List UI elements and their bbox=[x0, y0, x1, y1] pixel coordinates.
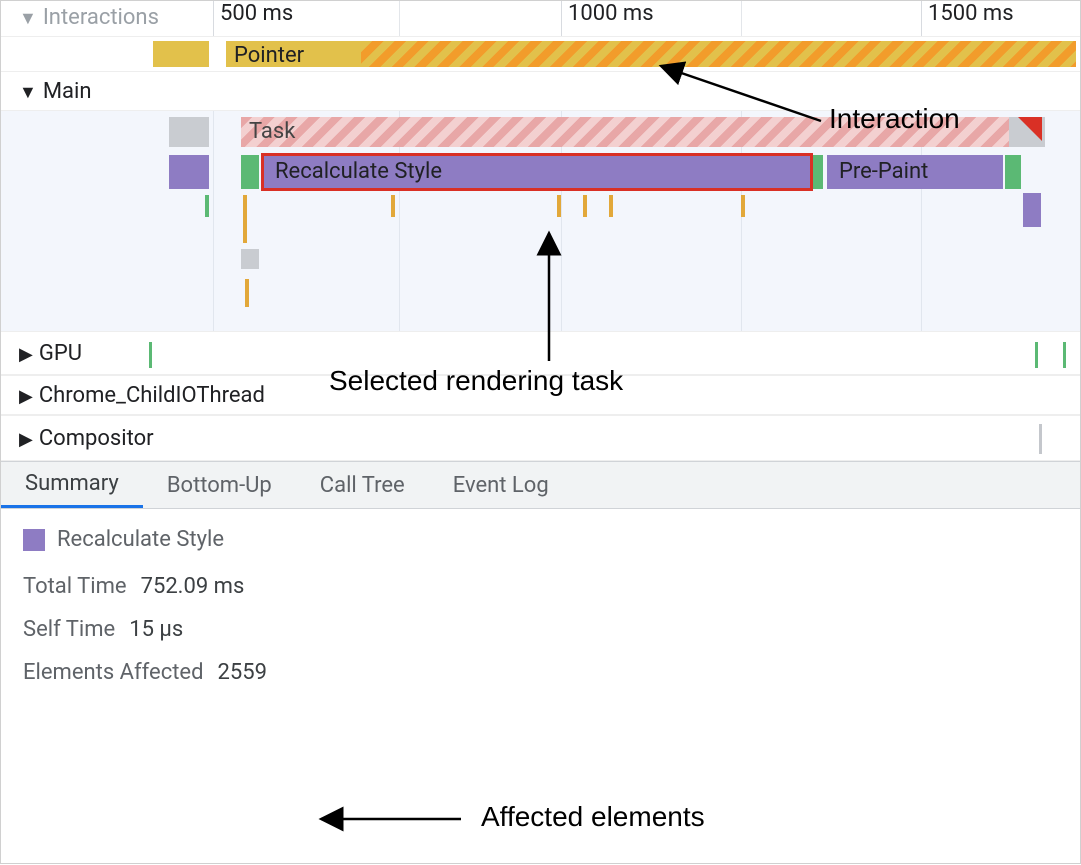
main-thread-body: Task Recalculate Style Pre-Paint bbox=[1, 111, 1080, 331]
long-task-warning-icon bbox=[1018, 117, 1042, 141]
gray-block[interactable] bbox=[241, 249, 259, 269]
task-bar[interactable]: Task bbox=[241, 117, 1041, 147]
pointer-bar[interactable]: Pointer bbox=[226, 41, 361, 67]
purple-block[interactable] bbox=[1023, 193, 1041, 227]
expand-icon: ▶ bbox=[19, 386, 33, 407]
pointer-long-bar[interactable] bbox=[361, 41, 1076, 67]
gpu-track-header[interactable]: ▶ GPU bbox=[1, 331, 1080, 375]
expand-icon: ▶ bbox=[19, 429, 33, 450]
collapse-icon: ▼ bbox=[19, 82, 37, 103]
gridline bbox=[213, 111, 214, 331]
recalculate-style-bar[interactable]: Recalculate Style bbox=[263, 155, 811, 189]
ruler-tick: 1500 ms bbox=[921, 1, 1014, 36]
self-time-value: 15 µs bbox=[129, 617, 183, 642]
expand-icon: ▶ bbox=[19, 344, 33, 365]
collapse-icon: ▼ bbox=[19, 8, 37, 29]
pre-paint-bar[interactable]: Pre-Paint bbox=[827, 155, 1003, 189]
gray-task[interactable] bbox=[169, 117, 209, 147]
pointer-label: Pointer bbox=[234, 43, 304, 68]
interactions-track-header[interactable]: ▼ Interactions bbox=[19, 5, 159, 30]
gpu-tick[interactable] bbox=[1035, 342, 1038, 368]
green-block[interactable] bbox=[813, 155, 823, 189]
main-track-header[interactable]: ▼ Main bbox=[1, 71, 1080, 111]
tab-event-log[interactable]: Event Log bbox=[429, 462, 573, 508]
total-time-value: 752.09 ms bbox=[141, 574, 245, 599]
ruler-minor-tick bbox=[741, 1, 748, 36]
track-label: Chrome_ChildIOThread bbox=[39, 383, 265, 408]
track-label: Compositor bbox=[39, 426, 154, 451]
small-bar[interactable] bbox=[205, 195, 209, 217]
small-bar[interactable] bbox=[245, 279, 249, 307]
tab-call-tree[interactable]: Call Tree bbox=[296, 462, 429, 508]
track-label: Main bbox=[43, 79, 92, 104]
small-bar[interactable] bbox=[741, 195, 745, 217]
summary-panel: Recalculate Style Total Time 752.09 ms S… bbox=[1, 509, 1080, 721]
summary-title: Recalculate Style bbox=[57, 527, 224, 552]
details-tabs: Summary Bottom-Up Call Tree Event Log bbox=[1, 461, 1080, 509]
interaction-row: Pointer bbox=[1, 37, 1080, 71]
compositor-track-header[interactable]: ▶ Compositor bbox=[1, 415, 1080, 461]
small-bar[interactable] bbox=[557, 195, 561, 217]
elements-affected-label: Elements Affected bbox=[23, 660, 203, 685]
small-bar[interactable] bbox=[609, 195, 613, 217]
annotation-affected-elements: Affected elements bbox=[481, 801, 705, 833]
small-bar[interactable] bbox=[583, 195, 587, 217]
compositor-tick[interactable] bbox=[1039, 424, 1042, 454]
ruler-tick: 500 ms bbox=[213, 1, 293, 36]
tab-summary[interactable]: Summary bbox=[1, 462, 143, 508]
purple-block[interactable] bbox=[169, 155, 209, 189]
timeline-panel: ▼ Interactions 500 ms 1000 ms 1500 ms Po… bbox=[1, 1, 1080, 461]
elements-affected-value: 2559 bbox=[217, 660, 266, 685]
color-swatch bbox=[23, 529, 45, 551]
green-block[interactable] bbox=[241, 155, 259, 189]
ruler-minor-tick bbox=[399, 1, 406, 36]
tab-bottom-up[interactable]: Bottom-Up bbox=[143, 462, 296, 508]
pointer-pre-bar[interactable] bbox=[153, 41, 209, 67]
small-bar[interactable] bbox=[391, 195, 395, 217]
self-time-label: Self Time bbox=[23, 617, 115, 642]
green-block[interactable] bbox=[1005, 155, 1021, 189]
total-time-label: Total Time bbox=[23, 574, 127, 599]
gpu-tick[interactable] bbox=[149, 342, 152, 368]
track-label: GPU bbox=[39, 341, 82, 366]
small-bar[interactable] bbox=[243, 195, 247, 243]
gpu-tick[interactable] bbox=[1063, 342, 1066, 368]
track-label: Interactions bbox=[43, 5, 159, 30]
ruler-tick: 1000 ms bbox=[561, 1, 654, 36]
time-ruler: ▼ Interactions 500 ms 1000 ms 1500 ms bbox=[1, 1, 1080, 37]
childio-track-header[interactable]: ▶ Chrome_ChildIOThread bbox=[1, 375, 1080, 415]
